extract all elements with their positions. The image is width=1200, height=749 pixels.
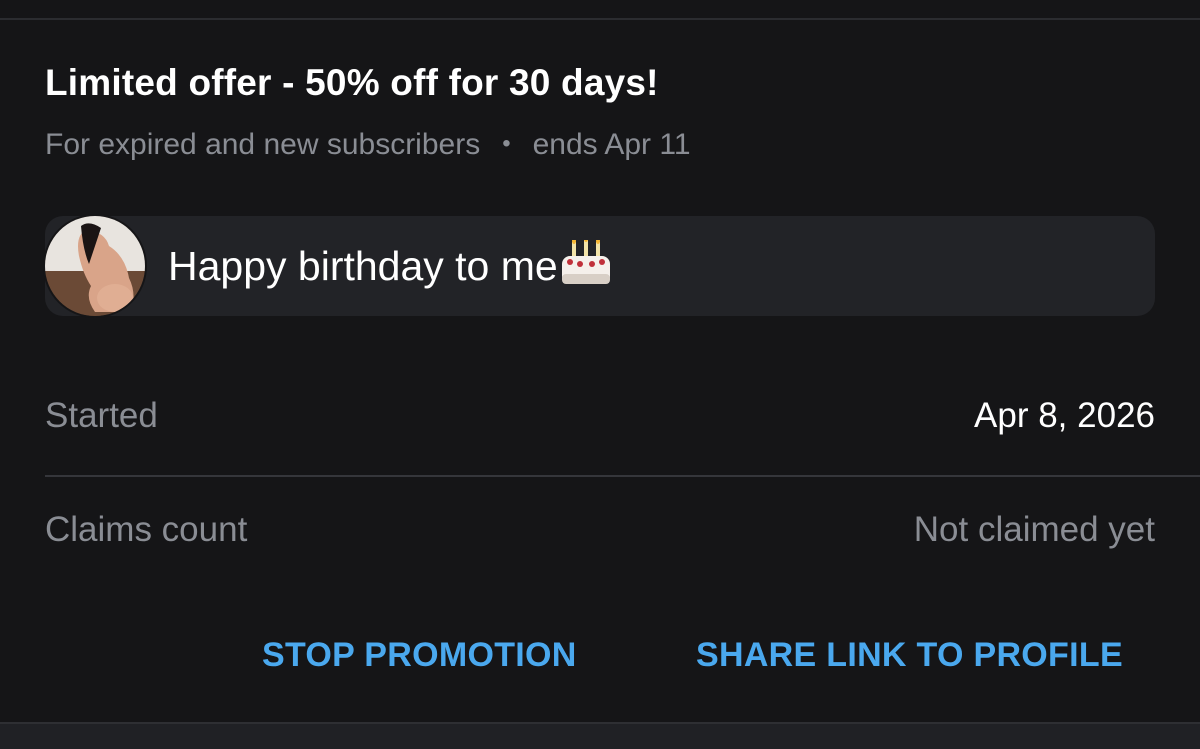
promotion-message: Happy birthday to me	[45, 216, 1155, 316]
stop-promotion-button[interactable]: STOP PROMOTION	[262, 636, 577, 675]
avatar-image	[45, 216, 145, 316]
started-label: Started	[45, 396, 158, 435]
message-body: Happy birthday to me	[168, 243, 558, 289]
claims-count-label: Claims count	[45, 510, 248, 549]
row-divider	[45, 475, 1200, 477]
started-value: Apr 8, 2026	[974, 396, 1155, 435]
claims-count-value: Not claimed yet	[913, 510, 1155, 549]
message-text: Happy birthday to me	[168, 236, 612, 296]
top-divider	[0, 0, 1200, 20]
separator-dot: •	[502, 130, 511, 157]
promotion-title: Limited offer - 50% off for 30 days!	[45, 62, 659, 103]
avatar[interactable]	[45, 216, 145, 316]
share-link-to-profile-button[interactable]: SHARE LINK TO PROFILE	[696, 636, 1123, 675]
promotion-audience: For expired and new subscribers	[45, 128, 481, 161]
birthday-cake-icon	[560, 236, 612, 296]
bottom-bar	[0, 722, 1200, 749]
promotion-card: Limited offer - 50% off for 30 days! For…	[0, 20, 1200, 722]
promotion-subtitle: For expired and new subscribers • ends Apr…	[45, 128, 691, 162]
promotion-end-date: ends Apr 11	[532, 128, 691, 161]
